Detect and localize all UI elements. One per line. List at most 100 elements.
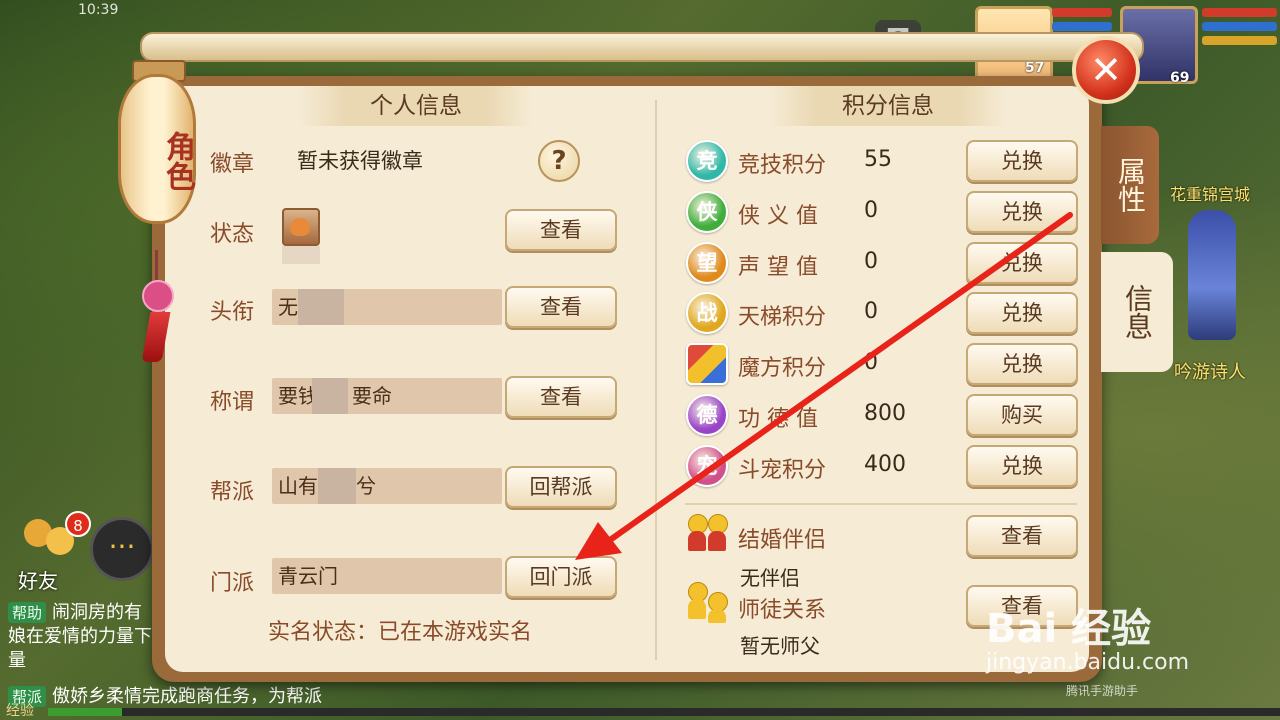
sect-label: 门派 bbox=[210, 571, 255, 596]
npc-name: 吟游诗人 bbox=[1174, 362, 1246, 383]
view-title-button[interactable]: 查看 bbox=[505, 286, 617, 328]
lantern-title: 角色 bbox=[118, 60, 196, 240]
marriage-label: 结婚伴侣 bbox=[738, 528, 827, 553]
marriage-status: 无伴侣 bbox=[740, 566, 800, 590]
appellation-field: 要钱 要命 bbox=[272, 378, 502, 414]
badge-value: 暂未获得徽章 bbox=[297, 149, 423, 173]
npc-character[interactable] bbox=[1188, 210, 1236, 340]
return-sect-button[interactable]: 回门派 bbox=[505, 556, 617, 598]
chat-text: 量 bbox=[8, 650, 26, 671]
close-button[interactable]: ✕ bbox=[1072, 36, 1140, 104]
tab-info[interactable]: 信息 bbox=[1101, 252, 1173, 372]
point-label: 魔方积分 bbox=[738, 356, 827, 381]
marriage-icon bbox=[688, 514, 728, 556]
point-value: 0 bbox=[864, 299, 878, 324]
exchange-button[interactable]: 兑换 bbox=[966, 242, 1078, 284]
guild-field: 山有 兮 bbox=[272, 468, 502, 504]
appellation-value: 要命 bbox=[352, 384, 392, 408]
guild-value: 兮 bbox=[356, 474, 376, 498]
chat-line[interactable]: 娘在爱情的力量下 bbox=[8, 622, 152, 647]
pet-mp-bar bbox=[1052, 22, 1112, 31]
point-value: 0 bbox=[864, 198, 878, 223]
exp-bar bbox=[48, 708, 1280, 716]
exchange-button[interactable]: 兑换 bbox=[966, 292, 1078, 334]
watermark-brand: Bai 经验 bbox=[986, 606, 1152, 652]
panel-title: 角色 bbox=[160, 131, 195, 191]
point-value: 0 bbox=[864, 350, 878, 375]
friends-label: 好友 bbox=[18, 569, 58, 593]
point-value: 55 bbox=[864, 147, 892, 172]
chat-line[interactable]: 帮助 闹洞房的有 bbox=[8, 598, 142, 623]
mentor-status: 暂无师父 bbox=[740, 634, 820, 658]
chivalry-icon: 侠 bbox=[686, 191, 728, 233]
chat-line[interactable]: 帮派 傲娇乡柔情完成跑商任务，为帮派 bbox=[8, 682, 323, 707]
point-label: 竞技积分 bbox=[738, 153, 827, 178]
chat-line[interactable]: 量 bbox=[8, 646, 26, 671]
point-label: 侠 义 值 bbox=[738, 204, 818, 229]
guild-value: 山有 bbox=[278, 474, 318, 498]
point-value: 800 bbox=[864, 401, 906, 426]
points-info-header: 积分信息 bbox=[768, 86, 1008, 126]
tab-attributes[interactable]: 属性 bbox=[1101, 126, 1159, 244]
pet-level: 57 bbox=[1025, 60, 1045, 76]
reputation-icon: 望 bbox=[686, 242, 728, 284]
rubik-cube-icon bbox=[686, 343, 728, 385]
view-status-button[interactable]: 查看 bbox=[505, 209, 617, 251]
sect-value: 青云门 bbox=[278, 564, 338, 588]
pet-hp-bar bbox=[1052, 8, 1112, 17]
baidu-watermark: Bai 经验 jingyan.baidu.com 腾讯手游助手 bbox=[976, 596, 1276, 698]
chat-tag: 帮助 bbox=[8, 602, 47, 623]
realname-status: 实名状态：已在本游戏实名 bbox=[268, 620, 533, 645]
exchange-button[interactable]: 兑换 bbox=[966, 140, 1078, 182]
appellation-label: 称谓 bbox=[210, 390, 255, 415]
point-label: 声 望 值 bbox=[738, 255, 818, 280]
exchange-button[interactable]: 兑换 bbox=[966, 191, 1078, 233]
player-mp-bar bbox=[1202, 22, 1277, 31]
point-value: 0 bbox=[864, 249, 878, 274]
exp-bar-fill bbox=[48, 708, 122, 716]
view-marriage-button[interactable]: 查看 bbox=[966, 515, 1078, 557]
exchange-button[interactable]: 兑换 bbox=[966, 445, 1078, 487]
mentor-icon bbox=[688, 582, 728, 624]
lantern-tassel bbox=[140, 250, 174, 370]
chat-text: 娘在爱情的力量下 bbox=[8, 626, 152, 647]
point-label: 斗宠积分 bbox=[738, 458, 827, 483]
friends-unread-badge: 8 bbox=[65, 511, 91, 537]
mentor-label: 师徒关系 bbox=[738, 598, 827, 623]
merit-icon: 德 bbox=[686, 394, 728, 436]
point-label: 功 德 值 bbox=[738, 407, 818, 432]
friends-button[interactable]: 8 好友 bbox=[10, 505, 91, 595]
status-buff-icon[interactable] bbox=[282, 208, 320, 246]
column-divider bbox=[655, 100, 657, 660]
censor-mosaic bbox=[312, 378, 348, 414]
divider bbox=[685, 503, 1077, 505]
help-button[interactable]: ? bbox=[538, 140, 580, 182]
buy-button[interactable]: 购买 bbox=[966, 394, 1078, 436]
point-label: 天梯积分 bbox=[738, 305, 827, 330]
status-label: 状态 bbox=[210, 222, 255, 247]
point-value: 400 bbox=[864, 452, 906, 477]
pet-battle-icon: 宠 bbox=[686, 445, 728, 487]
scroll-rod bbox=[140, 32, 1144, 62]
knot-icon bbox=[142, 280, 174, 312]
censor-mosaic bbox=[282, 246, 320, 264]
exp-label: 经验 bbox=[6, 703, 34, 719]
watermark-assistant: 腾讯手游助手 bbox=[1066, 684, 1139, 698]
close-icon: ✕ bbox=[1090, 48, 1122, 92]
chat-button[interactable]: ··· bbox=[90, 517, 154, 581]
view-appellation-button[interactable]: 查看 bbox=[505, 376, 617, 418]
status-time: 10:39 bbox=[78, 2, 119, 18]
chat-text: 傲娇乡柔情完成跑商任务，为帮派 bbox=[52, 686, 323, 707]
return-guild-button[interactable]: 回帮派 bbox=[505, 466, 617, 508]
exchange-button[interactable]: 兑换 bbox=[966, 343, 1078, 385]
title-label: 头衔 bbox=[210, 300, 255, 325]
sect-field: 青云门 bbox=[272, 558, 502, 594]
npc-name: 花重锦宫城 bbox=[1170, 185, 1251, 204]
arena-points-icon: 竞 bbox=[686, 140, 728, 182]
ladder-points-icon: 战 bbox=[686, 292, 728, 334]
censor-mosaic bbox=[318, 468, 356, 504]
chat-bubble-icon: ··· bbox=[108, 530, 136, 563]
player-level: 69 bbox=[1170, 70, 1190, 86]
player-rage-bar bbox=[1202, 36, 1277, 45]
watermark-url: jingyan.baidu.com bbox=[986, 650, 1190, 675]
